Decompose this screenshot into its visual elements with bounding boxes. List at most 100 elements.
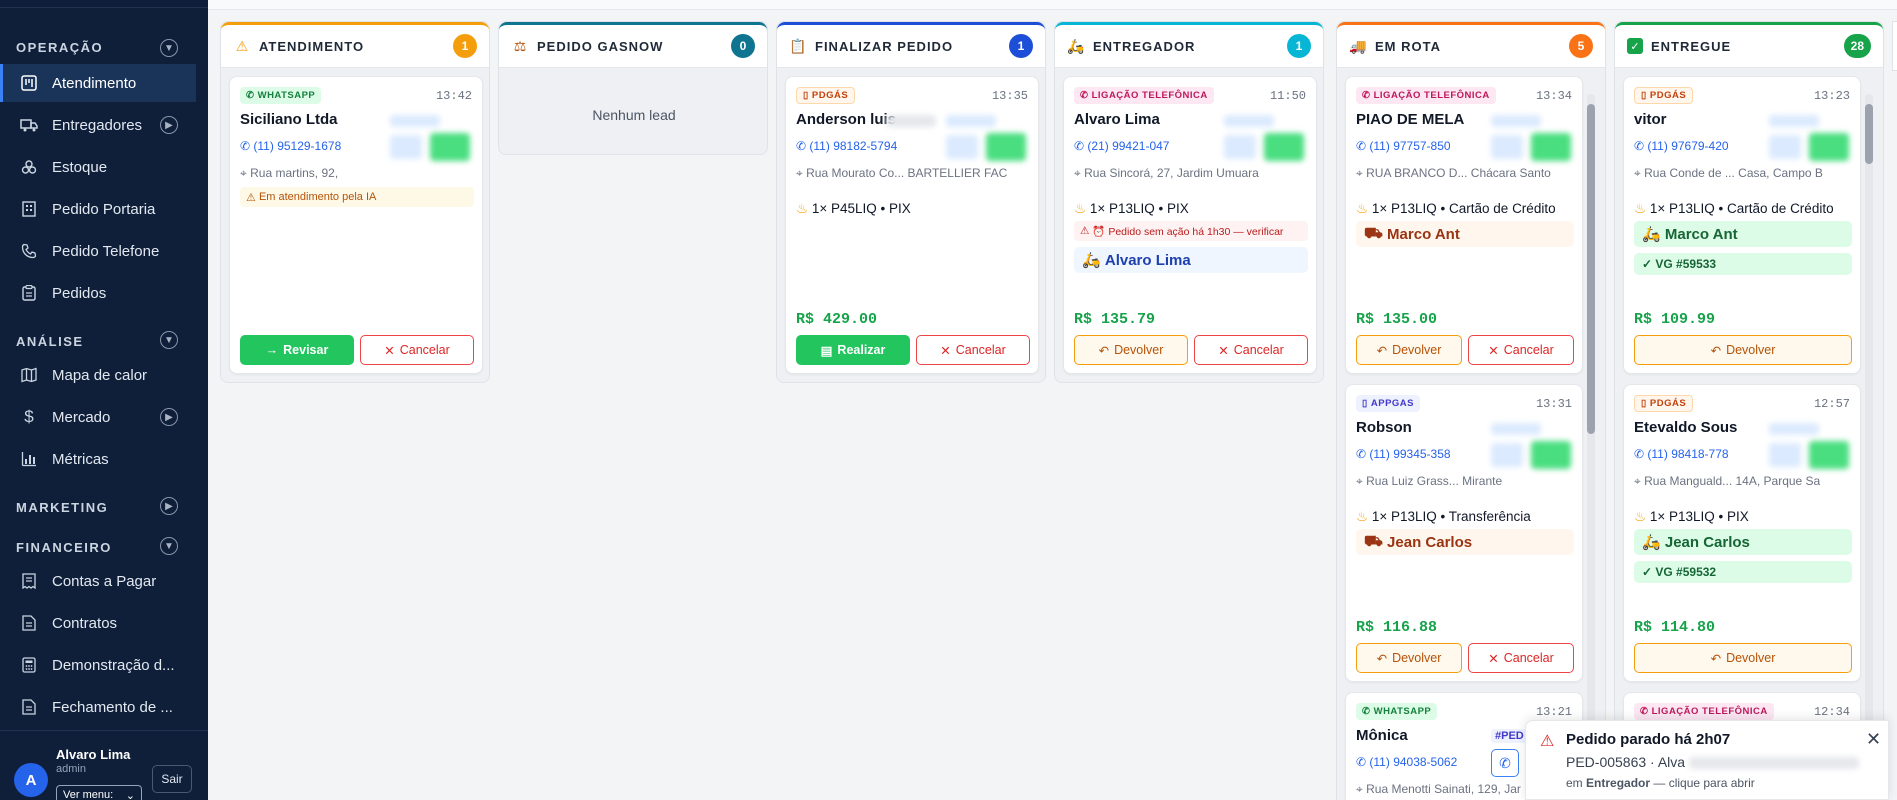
chevron-down-icon[interactable]: ▼	[160, 331, 178, 349]
customer-phone[interactable]: ✆ (11) 99345-358	[1356, 447, 1451, 461]
sidebar-item-pedidos[interactable]: Pedidos	[0, 274, 196, 312]
lead-card[interactable]: ✆ WHATSAPP 13:42 Siciliano Ltda ✆ (11) 9…	[229, 76, 483, 374]
return-button[interactable]: ↶ Devolver	[1634, 335, 1852, 365]
customer-address: ⌖ Rua Mourato Co... BARTELLIER FAC	[796, 165, 1026, 181]
pin-icon: ⌖	[1356, 166, 1363, 180]
call-button[interactable]	[1224, 135, 1256, 159]
logout-button[interactable]: Sair	[152, 765, 192, 793]
sidebar-top-divider	[0, 0, 208, 8]
source-tag-label: LIGAÇÃO TELEFÔNICA	[1373, 90, 1490, 101]
whatsapp-button[interactable]	[430, 133, 470, 161]
call-button[interactable]	[1491, 443, 1523, 467]
call-button[interactable]	[1769, 135, 1801, 159]
customer-name: PIAO DE MELA	[1356, 111, 1465, 128]
call-button[interactable]	[1491, 135, 1523, 159]
cancel-button[interactable]: ✕ Cancelar	[360, 335, 474, 365]
whatsapp-button[interactable]	[1531, 133, 1571, 161]
count-badge: 1	[453, 34, 477, 58]
address-text: RUA BRANCO D... Chácara Santo	[1366, 166, 1551, 180]
pin-icon: ⌖	[1356, 474, 1363, 488]
sidebar-item-entregadores[interactable]: Entregadores ▶	[0, 106, 196, 144]
whatsapp-button[interactable]	[1264, 133, 1304, 161]
customer-phone[interactable]: ✆ (11) 98418-778	[1634, 447, 1729, 461]
order-card[interactable]: ▯ PDGÁS 13:23 vitor ✆ (11) 97679-420 ⌖ R…	[1623, 76, 1861, 374]
chevron-right-icon[interactable]: ▶	[160, 497, 178, 515]
sidebar-item-pedido-telefone[interactable]: Pedido Telefone	[0, 232, 196, 270]
driver-name: Alvaro Lima	[1104, 251, 1191, 269]
sidebar-item-estoque[interactable]: Estoque	[0, 148, 196, 186]
chevron-down-icon[interactable]: ▼	[160, 537, 178, 555]
sidebar-item-demonstracao[interactable]: Demonstração d...	[0, 646, 196, 684]
building-icon	[20, 200, 38, 218]
avatar: A	[14, 763, 48, 797]
sidebar-item-fechamento[interactable]: Fechamento de ...	[0, 688, 196, 726]
sidebar-item-atendimento[interactable]: Atendimento	[0, 64, 196, 102]
cancel-button[interactable]: ✕ Cancelar	[1468, 335, 1574, 365]
order-card[interactable]: ▯ APPGAS 13:31 Robson ✆ (11) 99345-358 ⌖…	[1345, 384, 1583, 682]
return-button[interactable]: ↶ Devolver	[1356, 335, 1462, 365]
customer-phone[interactable]: ✆ (11) 97757-850	[1356, 139, 1451, 153]
source-tag-label: WHATSAPP	[1373, 706, 1432, 717]
scrollbar-thumb[interactable]	[1865, 104, 1873, 164]
cancel-button[interactable]: ✕ Cancelar	[1194, 335, 1308, 365]
customer-phone[interactable]: ✆ (21) 99421-047	[1074, 139, 1169, 153]
scale-icon: ⚖	[513, 37, 527, 54]
customer-address: ⌖ Rua martins, 92,	[240, 165, 470, 181]
driver-name: Marco Ant	[1387, 225, 1460, 243]
sidebar-item-contas-a-pagar[interactable]: Contas a Pagar	[0, 562, 196, 600]
customer-phone[interactable]: ✆ (11) 98182-5794	[796, 139, 897, 153]
call-button[interactable]	[946, 135, 978, 159]
call-button[interactable]	[1769, 443, 1801, 467]
review-button[interactable]: → Revisar	[240, 335, 354, 365]
sidebar-item-contratos[interactable]: Contratos	[0, 604, 196, 642]
customer-phone[interactable]: ✆ (11) 95129-1678	[240, 139, 341, 153]
flame-icon: ♨	[1356, 509, 1369, 524]
stale-order-toast[interactable]: ⚠ Pedido parado há 2h07 ✕ PED-005863 · A…	[1525, 720, 1889, 800]
order-price: R$ 135.79	[1074, 311, 1156, 328]
phone-number: (11) 97757-850	[1369, 139, 1451, 153]
customer-phone[interactable]: ✆ (11) 97679-420	[1634, 139, 1729, 153]
sidebar-item-mercado[interactable]: $ Mercado ▶	[0, 398, 196, 436]
call-button[interactable]	[390, 135, 422, 159]
whatsapp-button[interactable]	[1531, 441, 1571, 469]
clipboard-icon: 📋	[789, 37, 807, 54]
whatsapp-button[interactable]	[1809, 441, 1849, 469]
column-scrollbar[interactable]	[1865, 94, 1873, 800]
cancel-button[interactable]: ✕ Cancelar	[1468, 643, 1574, 673]
address-text: Rua Conde de ... Casa, Campo B	[1644, 166, 1823, 180]
customer-name: Anderson luis	[796, 111, 897, 128]
whatsapp-button[interactable]	[986, 133, 1026, 161]
order-card[interactable]: ✆ LIGAÇÃO TELEFÔNICA 13:34 PIAO DE MELA …	[1345, 76, 1583, 374]
sidebar-item-pedido-portaria[interactable]: Pedido Portaria	[0, 190, 196, 228]
return-button[interactable]: ↶ Devolver	[1356, 643, 1462, 673]
source-tag: ▯ PDGÁS	[796, 87, 856, 104]
column-scrollbar[interactable]	[1587, 94, 1595, 800]
phone-number: (11) 95129-1678	[253, 139, 342, 153]
boxes-icon	[20, 158, 38, 176]
order-card[interactable]: ▯ PDGÁS 12:57 Etevaldo Sous ✆ (11) 98418…	[1623, 384, 1861, 682]
sidebar-item-metricas[interactable]: Métricas	[0, 440, 196, 478]
view-menu-select[interactable]: Ver menu: ⌄	[56, 785, 142, 800]
return-button[interactable]: ↶ Devolver	[1074, 335, 1188, 365]
whatsapp-button[interactable]	[1809, 133, 1849, 161]
driver-chip: 🛵 Alvaro Lima	[1074, 247, 1308, 273]
cancel-button[interactable]: ✕ Cancelar	[916, 335, 1030, 365]
warning-icon: ⚠	[246, 191, 256, 204]
close-icon[interactable]: ✕	[1866, 729, 1881, 750]
chevron-down-icon[interactable]: ▼	[160, 39, 178, 57]
chevron-right-icon[interactable]: ▶	[160, 408, 178, 426]
realizar-button[interactable]: ▤ Realizar	[796, 335, 910, 365]
customer-phone[interactable]: ✆ (11) 94038-5062	[1356, 755, 1457, 769]
chevron-right-icon[interactable]: ▶	[160, 116, 178, 134]
return-button[interactable]: ↶ Devolver	[1634, 643, 1852, 673]
toast-sub-prefix: em	[1566, 776, 1587, 790]
scrollbar-thumb[interactable]	[1587, 104, 1595, 434]
order-card[interactable]: ✆ LIGAÇÃO TELEFÔNICA 11:50 Alvaro Lima ✆…	[1063, 76, 1317, 374]
driver-name: Jean Carlos	[1664, 533, 1750, 551]
sidebar-item-mapa-de-calor[interactable]: Mapa de calor	[0, 356, 196, 394]
phone-number: (11) 98182-5794	[809, 139, 898, 153]
address-text: Rua Sincorá, 27, Jardim Umuara	[1084, 166, 1259, 180]
address-text: Rua Manguald... 14A, Parque Sa	[1644, 474, 1821, 488]
order-card[interactable]: ▯ PDGÁS 13:35 Anderson luis ✆ (11) 98182…	[785, 76, 1039, 374]
call-button[interactable]: ✆	[1491, 749, 1519, 777]
